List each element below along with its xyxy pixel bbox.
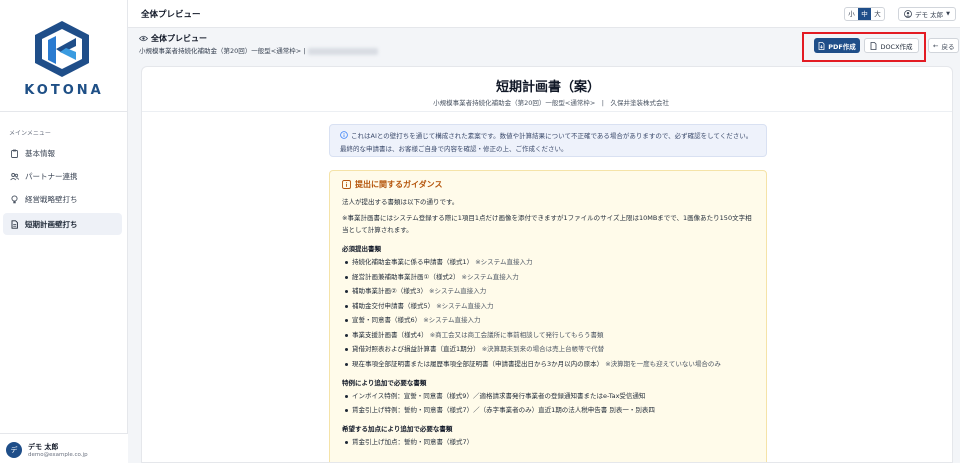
docx-export-label: DOCX作成 — [880, 42, 913, 51]
list-item: 宣誓・同意書（様式6） ※システム直接入力 — [342, 314, 754, 326]
list-item: 持続化補助金事業に係る申請書（様式1） ※システム直接入力 — [342, 256, 754, 268]
top-header: 全体プレビュー 小 中 大 デモ 太郎 ▼ — [128, 0, 960, 28]
bonus-point-documents-list: 賃金引上げ加点：誓約・同意書（様式7） — [342, 436, 754, 448]
guidance-heading: 提出に関するガイダンス — [342, 179, 754, 190]
document-subtitle: 小規模事業者持続化補助金（第20回）一般型<通常枠> | 久保井塗装株式会社 — [433, 99, 669, 107]
docx-export-button[interactable]: DOCX作成 — [864, 38, 919, 53]
list-item: 事業支援計画書（様式4） ※商工会又は商工会議所に事前相談して発行してもらう書類 — [342, 329, 754, 341]
section-title: 必須提出書類 — [342, 245, 381, 253]
sidebar-item-basic-info[interactable]: 基本情報 — [3, 142, 122, 164]
info-box-icon — [342, 180, 351, 189]
back-label: 戻る — [941, 42, 955, 51]
preview-title: 全体プレビュー — [151, 34, 207, 43]
redacted-company-name — [308, 47, 379, 55]
list-item: 現在事項全部証明書または履歴事項全部証明書（申請書提出日から3か月以内の原本） … — [342, 358, 754, 370]
users-icon — [10, 172, 19, 181]
list-item: 貸借対照表および損益計算書（直近1期分） ※決算期未到来の場合は売上台帳等で代替 — [342, 343, 754, 355]
sidebar-item-label: 経営戦略壁打ち — [25, 194, 78, 204]
avatar: デ — [6, 442, 22, 458]
font-size-switcher: 小 中 大 — [844, 7, 885, 21]
document-preview: 短期計画書（案） 小規模事業者持続化補助金（第20回）一般型<通常枠> | 久保… — [141, 66, 953, 463]
list-item: 補助金交付申請書（様式5） ※システム直接入力 — [342, 300, 754, 312]
back-button[interactable]: ← 戻る — [928, 38, 960, 53]
preview-subtitle-text: 小規模事業者持続化補助金（第20回）一般型<通常枠> | — [139, 47, 306, 55]
section-title: 特例により追加で必要な書類 — [342, 378, 427, 387]
brand-name: KOTONA — [24, 83, 104, 98]
lightbulb-icon — [10, 194, 19, 204]
sidebar-item-partner[interactable]: パートナー連携 — [3, 165, 122, 187]
size-medium-button[interactable]: 中 — [858, 8, 871, 20]
preview-header: 全体プレビュー 小規模事業者持続化補助金（第20回）一般型<通常枠> | PDF… — [128, 28, 960, 62]
list-item: 補助事業計画②（様式3） ※システム直接入力 — [342, 285, 754, 297]
logo-area: KOTONA — [0, 0, 128, 112]
user-profile[interactable]: デ デモ 太郎 demo@example.co.jp — [0, 433, 128, 463]
user-circle-icon — [904, 10, 912, 18]
divider — [142, 111, 952, 112]
list-item: インボイス特例：宣誓・同意書（様式9）／適格請求書発行事業者の登録通知書またはe… — [342, 390, 754, 402]
special-case-documents-list: インボイス特例：宣誓・同意書（様式9）／適格請求書発行事業者の登録通知書またはe… — [342, 390, 754, 417]
guidance-heading-text: 提出に関するガイダンス — [355, 180, 443, 189]
notice-text: これはAIとの壁打ちを通じて構成された素案です。数値や計算結果について不正確であ… — [340, 132, 753, 153]
document-title: 短期計画書（案） — [495, 80, 600, 95]
section-title: 希望する加点により追加で必要な書類 — [342, 425, 453, 433]
guidance-intro: 法人が提出する書類は以下の通りです。 — [342, 198, 459, 206]
eye-icon — [139, 35, 148, 42]
user-email: demo@example.co.jp — [28, 452, 88, 458]
sidebar-item-label: 基本情報 — [25, 148, 55, 158]
info-icon — [340, 131, 348, 143]
ai-disclaimer-notice: これはAIとの壁打ちを通じて構成された素案です。数値や計算結果について不正確であ… — [329, 124, 767, 157]
size-small-button[interactable]: 小 — [845, 8, 858, 20]
user-menu-button[interactable]: デモ 太郎 ▼ — [898, 7, 956, 21]
list-item: 経営計画兼補助事業計画①（様式2） ※システム直接入力 — [342, 271, 754, 283]
list-item: 賃金引上げ加点：誓約・同意書（様式7） — [342, 436, 754, 448]
user-menu-label: デモ 太郎 — [915, 11, 944, 19]
user-name: デモ 太郎 — [28, 443, 59, 451]
clipboard-icon — [10, 149, 19, 158]
file-download-icon — [818, 41, 825, 50]
sidebar-item-short-plan[interactable]: 短期計画壁打ち — [3, 213, 122, 235]
kotona-logo[interactable] — [32, 20, 92, 78]
pdf-export-button[interactable]: PDF作成 — [814, 38, 860, 53]
required-documents-list: 持続化補助金事業に係る申請書（様式1） ※システム直接入力 経営計画兼補助事業計… — [342, 256, 754, 370]
chevron-down-icon: ▼ — [946, 11, 950, 17]
sidebar-item-strategy[interactable]: 経営戦略壁打ち — [3, 188, 122, 210]
document-icon — [10, 219, 19, 229]
sidebar: KOTONA メインメニュー 基本情報 パートナー連携 経営戦略壁打ち 短期計画… — [0, 0, 128, 463]
page-title: 全体プレビュー — [141, 10, 201, 20]
size-large-button[interactable]: 大 — [871, 8, 884, 20]
pdf-export-label: PDF作成 — [828, 42, 856, 51]
sidebar-item-label: パートナー連携 — [25, 171, 78, 181]
guidance-note: ※事業計画書にはシステム登録する際に1項目1点だけ画像を添付できますが1ファイル… — [342, 214, 752, 234]
menu-caption: メインメニュー — [9, 130, 51, 137]
sidebar-item-label: 短期計画壁打ち — [25, 219, 78, 229]
list-item: 賃金引上げ特例：誓約・同意書（様式7）／（赤字事業者のみ）直近1期の法人税申告書… — [342, 404, 754, 416]
file-icon — [870, 41, 877, 50]
submission-guidance: 提出に関するガイダンス 法人が提出する書類は以下の通りです。 ※事業計画書にはシ… — [329, 170, 767, 462]
preview-subtitle: 小規模事業者持続化補助金（第20回）一般型<通常枠> | — [139, 45, 379, 55]
arrow-left-icon: ← — [933, 41, 939, 50]
